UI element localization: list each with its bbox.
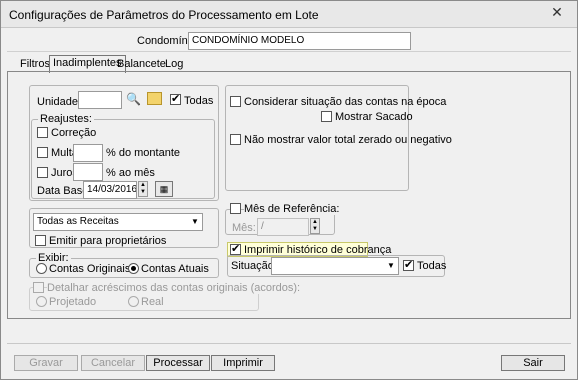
- mes-field[interactable]: /: [257, 218, 309, 236]
- chevron-down-icon: ▼: [191, 217, 199, 226]
- unidade-todas-checkbox[interactable]: [170, 92, 181, 105]
- chevron-down-icon: ▼: [387, 261, 395, 270]
- real-label: Real: [141, 296, 164, 308]
- sair-button[interactable]: Sair: [501, 355, 565, 371]
- unidade-todas-label: Todas: [184, 95, 214, 107]
- data-base-field[interactable]: 14/03/2016: [83, 181, 137, 199]
- juros-field[interactable]: [73, 163, 103, 181]
- imprimir-button[interactable]: Imprimir: [211, 355, 275, 371]
- contas-atuais-radio[interactable]: [128, 263, 139, 274]
- situacao-dropdown[interactable]: ▼: [271, 257, 399, 275]
- title-bar: Configurações de Parâmetros do Processam…: [1, 1, 577, 28]
- mes-label: Mês:: [232, 222, 256, 234]
- imprimir-historico-checkbox[interactable]: [230, 242, 241, 255]
- situacao-todas-label: Todas: [417, 260, 447, 272]
- data-base-spinner[interactable]: ▲ ▼: [138, 181, 148, 197]
- juros-suffix: % ao mês: [106, 167, 155, 179]
- window-title: Configurações de Parâmetros do Processam…: [9, 8, 319, 22]
- situacao-label: Situação:: [231, 260, 277, 272]
- projetado-radio[interactable]: [36, 296, 47, 307]
- folder-icon[interactable]: [147, 92, 162, 105]
- reajustes-legend: Reajustes:: [38, 113, 94, 125]
- calendar-icon[interactable]: ▦: [155, 181, 173, 197]
- emitir-label: Emitir para proprietários: [49, 235, 167, 247]
- unidade-field[interactable]: [78, 91, 122, 109]
- receitas-selected: Todas as Receitas: [37, 216, 119, 227]
- detalhar-checkbox[interactable]: [33, 282, 44, 293]
- config-window: Configurações de Parâmetros do Processam…: [0, 0, 578, 380]
- cancelar-button[interactable]: Cancelar: [81, 355, 145, 371]
- nao-mostrar-checkbox[interactable]: [230, 134, 241, 145]
- binoculars-icon[interactable]: 🔍: [126, 92, 141, 106]
- contas-originais-radio[interactable]: [36, 263, 47, 274]
- unidade-label: Unidade:: [37, 96, 82, 108]
- contas-atuais-label: Contas Atuais: [141, 263, 209, 275]
- correcao-checkbox[interactable]: [37, 127, 48, 138]
- real-radio[interactable]: [128, 296, 139, 307]
- situacao-todas-checkbox[interactable]: [403, 258, 414, 271]
- close-icon[interactable]: ✕: [543, 3, 571, 21]
- divider: [7, 51, 571, 52]
- receitas-dropdown[interactable]: Todas as Receitas ▼: [33, 213, 203, 231]
- juros-checkbox[interactable]: [37, 167, 48, 178]
- mes-spinner[interactable]: ▲ ▼: [310, 218, 320, 234]
- multa-checkbox[interactable]: [37, 147, 48, 158]
- mes-referencia-checkbox[interactable]: [230, 203, 241, 214]
- mes-referencia-label: Mês de Referência:: [244, 203, 342, 215]
- gravar-button[interactable]: Gravar: [14, 355, 78, 371]
- projetado-label: Projetado: [49, 296, 97, 308]
- considerar-label: Considerar situação das contas na época: [244, 96, 447, 108]
- multa-field[interactable]: [73, 144, 103, 162]
- correcao-label: Correção: [51, 127, 97, 139]
- detalhar-label: Detalhar acréscimos das contas originais…: [47, 282, 303, 294]
- divider: [7, 343, 571, 344]
- multa-suffix: % do montante: [106, 147, 180, 159]
- emitir-checkbox[interactable]: [35, 235, 46, 246]
- considerar-checkbox[interactable]: [230, 96, 241, 107]
- condominio-field[interactable]: CONDOMÍNIO MODELO: [188, 32, 411, 50]
- nao-mostrar-label: Não mostrar valor total zerado ou negati…: [244, 134, 452, 146]
- processar-button[interactable]: Processar: [146, 355, 210, 371]
- mostrar-sacado-label: Mostrar Sacado: [335, 111, 413, 123]
- mostrar-sacado-checkbox[interactable]: [321, 111, 332, 122]
- contas-originais-label: Contas Originais: [49, 263, 131, 275]
